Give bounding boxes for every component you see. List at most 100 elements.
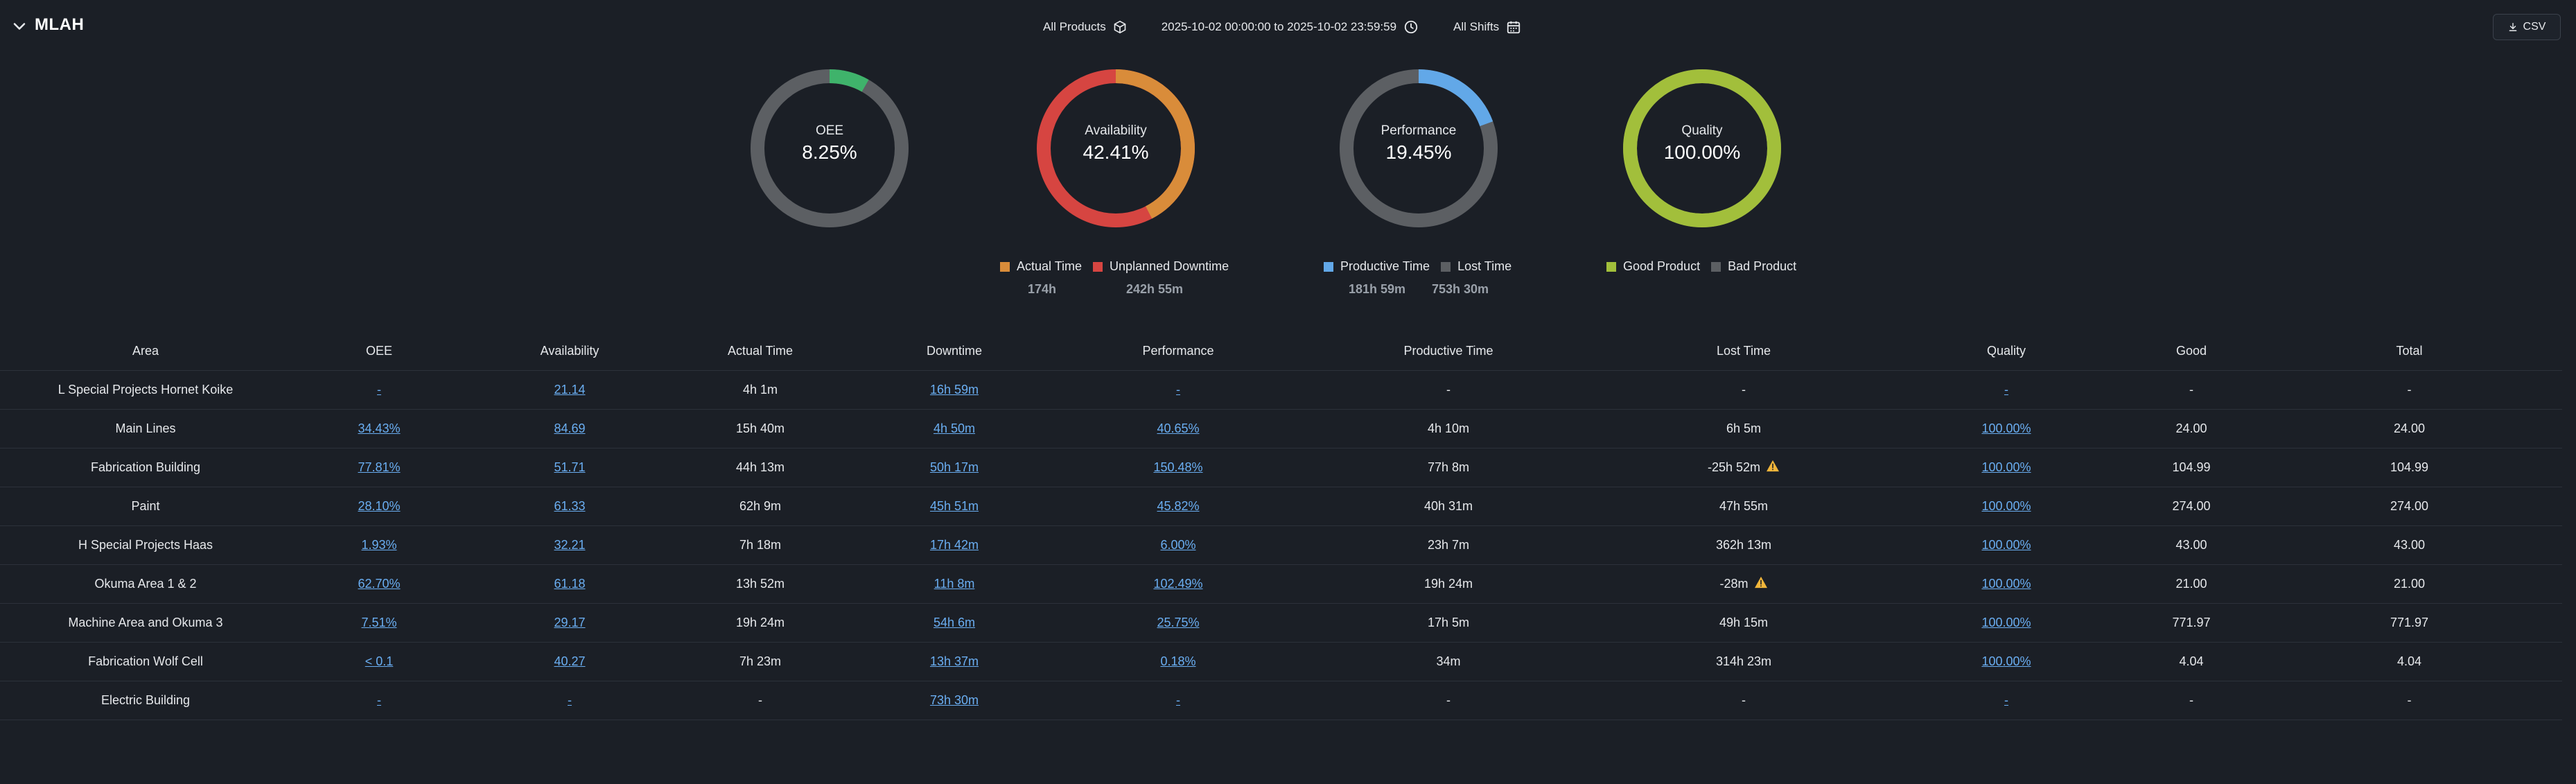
cell-oee[interactable]: 7.51% bbox=[291, 616, 467, 630]
products-filter[interactable]: All Products bbox=[1043, 20, 1127, 34]
cell-performance[interactable]: 0.18% bbox=[1060, 654, 1296, 669]
availability-value[interactable]: 29.17 bbox=[554, 616, 585, 630]
column-header-productive-time[interactable]: Productive Time bbox=[1296, 344, 1601, 358]
column-header-total[interactable]: Total bbox=[2257, 344, 2562, 358]
csv-export-button[interactable]: CSV bbox=[2493, 14, 2561, 40]
performance-value[interactable]: 45.82% bbox=[1157, 499, 1199, 514]
column-header-oee[interactable]: OEE bbox=[291, 344, 467, 358]
quality-value[interactable]: 100.00% bbox=[1981, 654, 2031, 669]
cell-quality[interactable]: 100.00% bbox=[1886, 499, 2126, 514]
quality-value[interactable]: - bbox=[2004, 693, 2008, 708]
collapse-chevron-icon[interactable] bbox=[10, 17, 29, 36]
oee-value[interactable]: 77.81% bbox=[358, 460, 400, 475]
column-header-good[interactable]: Good bbox=[2126, 344, 2257, 358]
quality-value[interactable]: - bbox=[2004, 383, 2008, 397]
availability-value[interactable]: 40.27 bbox=[554, 654, 585, 669]
availability-value[interactable]: - bbox=[568, 693, 572, 708]
availability-value[interactable]: 61.18 bbox=[554, 577, 585, 591]
cell-downtime[interactable]: 50h 17m bbox=[848, 460, 1060, 475]
column-header-lost-time[interactable]: Lost Time bbox=[1601, 344, 1886, 358]
availability-value[interactable]: 61.33 bbox=[554, 499, 585, 514]
oee-value[interactable]: < 0.1 bbox=[365, 654, 394, 669]
cell-quality[interactable]: 100.00% bbox=[1886, 421, 2126, 436]
column-header-downtime[interactable]: Downtime bbox=[848, 344, 1060, 358]
cell-oee[interactable]: - bbox=[291, 693, 467, 708]
cell-availability[interactable]: 61.18 bbox=[467, 577, 672, 591]
cell-oee[interactable]: 1.93% bbox=[291, 538, 467, 552]
cell-downtime[interactable]: 45h 51m bbox=[848, 499, 1060, 514]
cell-quality[interactable]: - bbox=[1886, 693, 2126, 708]
quality-value[interactable]: 100.00% bbox=[1981, 499, 2031, 514]
cell-downtime[interactable]: 17h 42m bbox=[848, 538, 1060, 552]
availability-value[interactable]: 32.21 bbox=[554, 538, 585, 552]
cell-availability[interactable]: 40.27 bbox=[467, 654, 672, 669]
cell-performance[interactable]: 25.75% bbox=[1060, 616, 1296, 630]
oee-value[interactable]: - bbox=[377, 383, 381, 397]
downtime-value[interactable]: 13h 37m bbox=[930, 654, 979, 669]
cell-downtime[interactable]: 11h 8m bbox=[848, 577, 1060, 591]
cell-availability[interactable]: 84.69 bbox=[467, 421, 672, 436]
cell-quality[interactable]: 100.00% bbox=[1886, 538, 2126, 552]
cell-availability[interactable]: 21.14 bbox=[467, 383, 672, 397]
column-header-actual-time[interactable]: Actual Time bbox=[672, 344, 848, 358]
performance-value[interactable]: 102.49% bbox=[1153, 577, 1202, 591]
column-header-availability[interactable]: Availability bbox=[467, 344, 672, 358]
cell-quality[interactable]: 100.00% bbox=[1886, 654, 2126, 669]
cell-performance[interactable]: 102.49% bbox=[1060, 577, 1296, 591]
performance-value[interactable]: - bbox=[1176, 383, 1180, 397]
oee-value[interactable]: 62.70% bbox=[358, 577, 400, 591]
oee-value[interactable]: - bbox=[377, 693, 381, 708]
column-header-quality[interactable]: Quality bbox=[1886, 344, 2126, 358]
oee-value[interactable]: 7.51% bbox=[361, 616, 396, 630]
downtime-value[interactable]: 16h 59m bbox=[930, 383, 979, 397]
downtime-value[interactable]: 17h 42m bbox=[930, 538, 979, 552]
cell-availability[interactable]: 61.33 bbox=[467, 499, 672, 514]
downtime-value[interactable]: 11h 8m bbox=[934, 577, 975, 591]
cell-oee[interactable]: 62.70% bbox=[291, 577, 467, 591]
availability-value[interactable]: 84.69 bbox=[554, 421, 585, 436]
performance-value[interactable]: 0.18% bbox=[1160, 654, 1195, 669]
cell-availability[interactable]: 29.17 bbox=[467, 616, 672, 630]
cell-availability[interactable]: 32.21 bbox=[467, 538, 672, 552]
cell-oee[interactable]: < 0.1 bbox=[291, 654, 467, 669]
quality-value[interactable]: 100.00% bbox=[1981, 460, 2031, 475]
cell-downtime[interactable]: 16h 59m bbox=[848, 383, 1060, 397]
performance-value[interactable]: 150.48% bbox=[1153, 460, 1202, 475]
cell-downtime[interactable]: 13h 37m bbox=[848, 654, 1060, 669]
cell-performance[interactable]: - bbox=[1060, 383, 1296, 397]
downtime-value[interactable]: 45h 51m bbox=[930, 499, 979, 514]
cell-quality[interactable]: 100.00% bbox=[1886, 460, 2126, 475]
performance-value[interactable]: - bbox=[1176, 693, 1180, 708]
cell-performance[interactable]: 45.82% bbox=[1060, 499, 1296, 514]
date-range-picker[interactable]: 2025-10-02 00:00:00 to 2025-10-02 23:59:… bbox=[1162, 19, 1419, 35]
column-header-area[interactable]: Area bbox=[0, 344, 291, 358]
availability-value[interactable]: 21.14 bbox=[554, 383, 585, 397]
availability-value[interactable]: 51.71 bbox=[554, 460, 585, 475]
cell-performance[interactable]: 40.65% bbox=[1060, 421, 1296, 436]
oee-value[interactable]: 28.10% bbox=[358, 499, 400, 514]
cell-downtime[interactable]: 73h 30m bbox=[848, 693, 1060, 708]
column-header-performance[interactable]: Performance bbox=[1060, 344, 1296, 358]
cell-availability[interactable]: 51.71 bbox=[467, 460, 672, 475]
cell-downtime[interactable]: 54h 6m bbox=[848, 616, 1060, 630]
downtime-value[interactable]: 50h 17m bbox=[930, 460, 979, 475]
cell-performance[interactable]: 150.48% bbox=[1060, 460, 1296, 475]
quality-value[interactable]: 100.00% bbox=[1981, 616, 2031, 630]
downtime-value[interactable]: 54h 6m bbox=[934, 616, 975, 630]
cell-performance[interactable]: 6.00% bbox=[1060, 538, 1296, 552]
cell-oee[interactable]: 77.81% bbox=[291, 460, 467, 475]
downtime-value[interactable]: 73h 30m bbox=[930, 693, 979, 708]
cell-oee[interactable]: 34.43% bbox=[291, 421, 467, 436]
quality-value[interactable]: 100.00% bbox=[1981, 577, 2031, 591]
cell-oee[interactable]: - bbox=[291, 383, 467, 397]
cell-quality[interactable]: 100.00% bbox=[1886, 616, 2126, 630]
cell-performance[interactable]: - bbox=[1060, 693, 1296, 708]
oee-value[interactable]: 1.93% bbox=[361, 538, 396, 552]
performance-value[interactable]: 6.00% bbox=[1160, 538, 1195, 552]
shifts-filter[interactable]: All Shifts bbox=[1453, 19, 1521, 35]
quality-value[interactable]: 100.00% bbox=[1981, 538, 2031, 552]
cell-quality[interactable]: - bbox=[1886, 383, 2126, 397]
oee-value[interactable]: 34.43% bbox=[358, 421, 400, 436]
cell-downtime[interactable]: 4h 50m bbox=[848, 421, 1060, 436]
cell-oee[interactable]: 28.10% bbox=[291, 499, 467, 514]
